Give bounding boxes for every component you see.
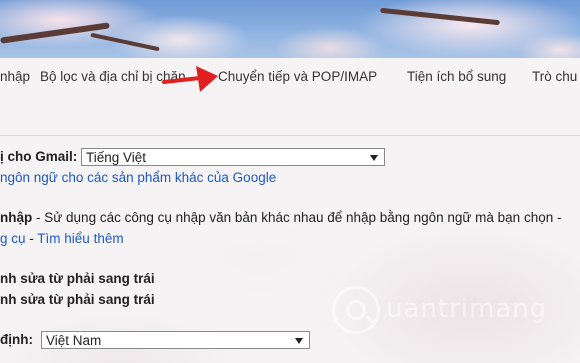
country-label: định: xyxy=(0,332,33,347)
tab-forwarding-pop-imap[interactable]: Chuyển tiếp và POP/IMAP xyxy=(218,69,377,84)
dropdown-caret-icon xyxy=(295,338,303,344)
dropdown-caret-icon xyxy=(370,155,378,161)
country-select[interactable]: Việt Nam xyxy=(41,331,310,349)
language-select[interactable]: Tiếng Việt xyxy=(81,148,385,166)
branch-decoration xyxy=(380,7,500,26)
red-arrow-annotation xyxy=(162,66,218,92)
edit-tools-link[interactable]: g cụ xyxy=(0,231,26,246)
link-separator: - xyxy=(25,231,38,246)
header-background-image xyxy=(0,0,580,58)
input-tools-description: - Sử dụng các công cụ nhập văn bản khác … xyxy=(32,210,562,225)
tab-divider xyxy=(0,135,580,136)
watermark-text: uantrimang xyxy=(386,294,548,324)
other-products-language-link[interactable]: ngôn ngữ cho các sản phẩm khác của Googl… xyxy=(0,170,276,185)
input-tools-label: nhập xyxy=(0,210,33,225)
language-select-value: Tiếng Việt xyxy=(86,150,147,165)
input-tools-row: nhập - Sử dụng các công cụ nhập văn bản … xyxy=(0,210,561,225)
watermark-logo-icon xyxy=(332,286,380,334)
settings-tab-bar: nhập Bộ lọc và địa chỉ bị chặn Chuyển ti… xyxy=(0,58,580,96)
tab-add-ons[interactable]: Tiện ích bổ sung xyxy=(407,69,506,84)
gmail-settings-screenshot: nhập Bộ lọc và địa chỉ bị chặn Chuyển ti… xyxy=(0,0,580,363)
learn-more-link[interactable]: Tìm hiểu thêm xyxy=(37,231,123,246)
tab-accounts-import[interactable]: nhập xyxy=(0,69,30,84)
language-label: ị cho Gmail: xyxy=(0,149,78,164)
input-tools-links: g cụ - Tìm hiểu thêm xyxy=(0,231,124,246)
tab-chat[interactable]: Trò chu xyxy=(532,69,577,84)
country-select-value: Việt Nam xyxy=(46,333,102,348)
rtl-option-off[interactable]: nh sửa từ phải sang trái xyxy=(0,292,155,307)
rtl-option-on[interactable]: nh sửa từ phải sang trái xyxy=(0,271,155,286)
branch-decoration xyxy=(90,32,160,52)
watermark: uantrimang xyxy=(332,282,578,342)
